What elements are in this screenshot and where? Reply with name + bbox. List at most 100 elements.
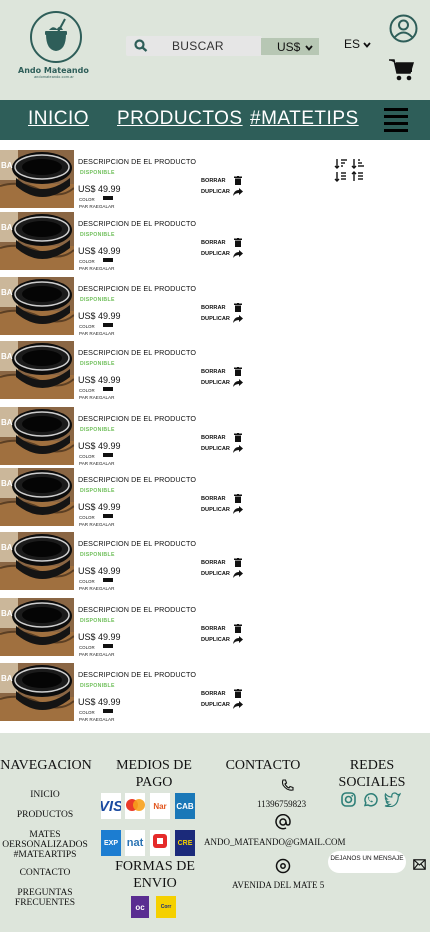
nav-productos[interactable]: PRODUCTOS [117, 108, 243, 130]
product-price: US$ 49.99 [78, 441, 121, 451]
footer-link-mates[interactable]: MATES OERSONALIZADOS #MATEARTIPS [0, 830, 90, 860]
user-icon[interactable] [389, 14, 418, 48]
gift-option[interactable]: PAR RAEGALAR [79, 331, 114, 336]
delete-button[interactable]: BORRAR [201, 238, 242, 247]
footer-link-productos[interactable]: PRODUCTOS [6, 810, 84, 820]
search-input[interactable]: BUSCAR [126, 36, 262, 56]
nav-inicio[interactable]: INICIO [28, 108, 89, 130]
trash-icon [233, 238, 242, 247]
duplicate-button[interactable]: DUPLICAR [201, 570, 243, 578]
color-label: COLOR [79, 197, 95, 202]
share-icon [232, 506, 243, 514]
product-description: DESCRIPCION DE EL PRODUCTO [78, 284, 197, 293]
delete-button[interactable]: BORRAR [201, 624, 242, 633]
language-select[interactable]: ES [344, 37, 372, 51]
correo-argentino-icon: Corr [156, 896, 176, 918]
duplicate-button[interactable]: DUPLICAR [201, 315, 243, 323]
delete-label: BORRAR [201, 239, 226, 246]
main-nav: INICIO PRODUCTOS #MATETIPS [0, 100, 430, 140]
instagram-icon[interactable] [341, 792, 356, 812]
product-price: US$ 49.99 [78, 375, 121, 385]
color-swatch[interactable] [103, 323, 113, 327]
footer-nav-title: NAVEGACION [0, 758, 92, 773]
color-label: COLOR [79, 645, 95, 650]
gift-option[interactable]: PAR RAEGALAR [79, 652, 114, 657]
duplicate-button[interactable]: DUPLICAR [201, 701, 243, 709]
gift-option[interactable]: PAR RAEGALAR [79, 266, 114, 271]
color-label: COLOR [79, 515, 95, 520]
product-image[interactable]: BA [0, 150, 74, 208]
product-image[interactable]: BA [0, 277, 74, 335]
footer-payment-title: MEDIOS DE PAGO [116, 758, 192, 790]
delete-button[interactable]: BORRAR [201, 367, 242, 376]
product-image[interactable]: BA [0, 663, 74, 721]
delete-button[interactable]: BORRAR [201, 558, 242, 567]
gift-option[interactable]: PAR RAEGALAR [79, 586, 114, 591]
whatsapp-icon[interactable] [362, 792, 378, 813]
delete-label: BORRAR [201, 495, 226, 502]
product-description: DESCRIPCION DE EL PRODUCTO [78, 157, 197, 166]
color-swatch[interactable] [103, 514, 113, 518]
trash-icon [233, 494, 242, 503]
color-swatch[interactable] [103, 387, 113, 391]
oca-icon: oc [131, 896, 149, 918]
contact-email[interactable]: ANDO_MATEANDO@GMAIL.COM [204, 837, 346, 847]
product-image[interactable]: BA [0, 532, 74, 590]
delete-button[interactable]: BORRAR [201, 433, 242, 442]
footer-link-faq[interactable]: PREGUNTAS FRECUENTES [8, 888, 82, 908]
delete-button[interactable]: BORRAR [201, 689, 242, 698]
message-button[interactable]: DEJANOS UN MENSAJE [328, 851, 406, 873]
contact-address[interactable]: AVENIDA DEL MATE 5 [232, 880, 324, 890]
currency-select[interactable]: US$ [261, 38, 319, 55]
product-price: US$ 49.99 [78, 246, 121, 256]
location-icon [275, 858, 291, 880]
gift-option[interactable]: PAR RAEGALAR [79, 461, 114, 466]
trash-icon [233, 624, 242, 633]
duplicate-button[interactable]: DUPLICAR [201, 636, 243, 644]
chevron-down-icon [363, 42, 372, 48]
gift-option[interactable]: PAR RAEGALAR [79, 522, 114, 527]
delete-button[interactable]: BORRAR [201, 303, 242, 312]
product-image[interactable]: BA [0, 468, 74, 526]
gift-option[interactable]: PAR RAEGALAR [79, 395, 114, 400]
nav-matetips[interactable]: #MATETIPS [250, 108, 359, 130]
availability-status: DISPONIBLE [80, 488, 115, 494]
duplicate-button[interactable]: DUPLICAR [201, 188, 243, 196]
color-swatch[interactable] [103, 258, 113, 262]
color-swatch[interactable] [103, 578, 113, 582]
duplicate-label: DUPLICAR [201, 380, 230, 386]
duplicate-button[interactable]: DUPLICAR [201, 379, 243, 387]
gift-option[interactable]: PAR RAEGALAR [79, 717, 114, 722]
duplicate-label: DUPLICAR [201, 251, 230, 257]
delete-button[interactable]: BORRAR [201, 494, 242, 503]
color-swatch[interactable] [103, 644, 113, 648]
footer-link-inicio[interactable]: INICIO [12, 790, 78, 800]
product-description: DESCRIPCION DE EL PRODUCTO [78, 670, 197, 679]
contact-phone[interactable]: 11396759823 [257, 799, 306, 809]
cart-icon[interactable] [389, 58, 415, 87]
product-image[interactable]: BA [0, 407, 74, 465]
cabal-icon: CAB [175, 793, 195, 819]
delete-label: BORRAR [201, 625, 226, 632]
product-description: DESCRIPCION DE EL PRODUCTO [78, 539, 197, 548]
product-image[interactable]: BA [0, 341, 74, 399]
product-price: US$ 49.99 [78, 311, 121, 321]
twitter-icon[interactable] [384, 792, 402, 812]
logo[interactable]: Ando Mateando andomateando.com.ar [18, 10, 89, 79]
duplicate-button[interactable]: DUPLICAR [201, 445, 243, 453]
availability-status: DISPONIBLE [80, 170, 115, 176]
gift-option[interactable]: PAR RAEGALAR [79, 204, 114, 209]
product-image[interactable]: BA [0, 598, 74, 656]
duplicate-button[interactable]: DUPLICAR [201, 506, 243, 514]
trash-icon [233, 303, 242, 312]
footer-link-contacto[interactable]: CONTACTO [6, 868, 84, 878]
amex-icon: EXP [101, 830, 121, 856]
product-image[interactable]: BA [0, 212, 74, 270]
menu-icon[interactable] [384, 107, 408, 138]
envelope-icon[interactable] [413, 857, 426, 875]
duplicate-button[interactable]: DUPLICAR [201, 250, 243, 258]
color-swatch[interactable] [103, 196, 113, 200]
color-swatch[interactable] [103, 709, 113, 713]
color-swatch[interactable] [103, 453, 113, 457]
delete-button[interactable]: BORRAR [201, 176, 242, 185]
